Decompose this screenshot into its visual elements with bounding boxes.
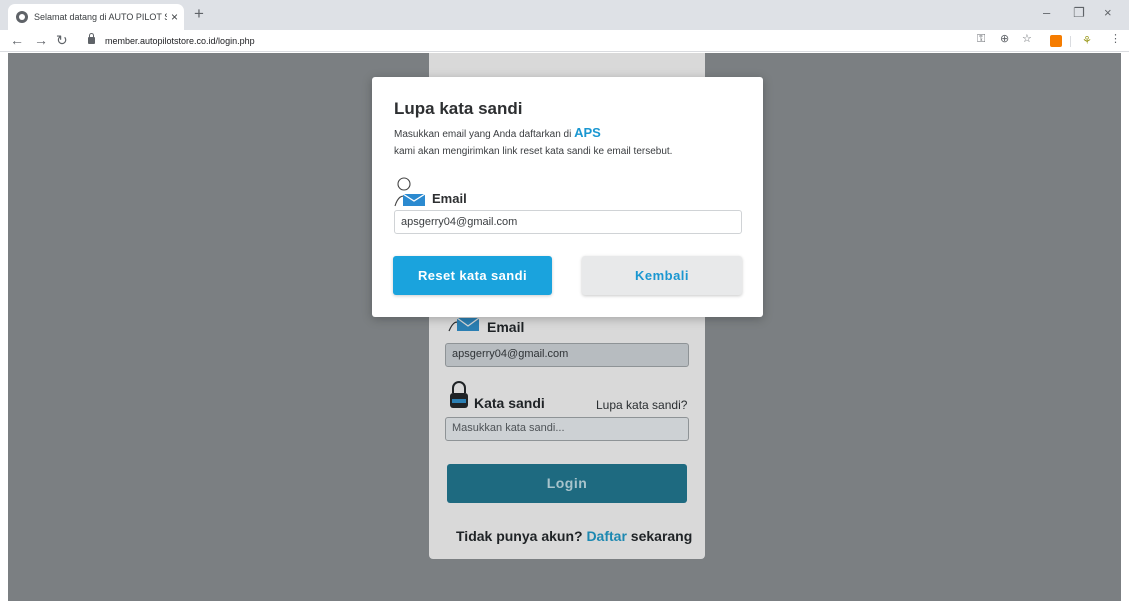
login-button[interactable]: Login [447,464,687,503]
extension-icon-2[interactable]: ⚘ [1082,34,1092,47]
signup-prompt: Tidak punya akun? Daftar sekarang [456,528,692,544]
bookmark-star-icon[interactable]: ☆ [1022,34,1032,45]
modal-description-text: Masukkan email yang Anda daftarkan di [394,129,572,140]
zoom-icon[interactable]: ⊕ [1000,34,1009,45]
signup-suffix: sekarang [630,528,693,544]
url-text: member.autopilotstore.co.id/login.php [105,35,255,46]
tab-close-button[interactable]: × [171,11,178,23]
forgot-password-link[interactable]: Lupa kata sandi? [596,398,687,412]
address-bar[interactable]: member.autopilotstore.co.id/login.php [88,32,958,49]
back-arrow-icon[interactable]: ← [10,33,24,47]
globe-icon [16,11,28,23]
login-email-input[interactable]: apsgerry04@gmail.com [445,343,689,367]
signup-prefix: Tidak punya akun? [456,528,583,544]
modal-email-input[interactable]: apsgerry04@gmail.com [394,210,742,234]
modal-description: Masukkan email yang Anda daftarkan di AP… [394,125,601,140]
minimize-button[interactable]: – [1043,6,1050,19]
restore-button[interactable]: ❐ [1073,6,1085,19]
modal-description-line2: kami akan mengirimkan link reset kata sa… [394,146,673,157]
browser-tab[interactable]: Selamat datang di AUTO PILOT S × [8,4,184,30]
tab-title: Selamat datang di AUTO PILOT S [34,12,167,22]
login-password-input[interactable]: Masukkan kata sandi... [445,417,689,441]
key-icon[interactable]: ⚿ [977,34,985,45]
extension-icon[interactable] [1050,35,1062,47]
back-button[interactable]: Kembali [582,256,742,295]
email-user-icon [394,177,426,207]
browser-tabstrip: Selamat datang di AUTO PILOT S × + – ❐ × [0,0,1129,30]
toolbar-divider [1070,36,1071,47]
browser-toolbar: ← → ↻ member.autopilotstore.co.id/login.… [0,30,1129,52]
menu-icon[interactable]: ⋮ [1110,34,1121,45]
padlock-icon [450,381,468,408]
reload-icon[interactable]: ↻ [56,33,68,47]
forgot-password-modal: Lupa kata sandi Masukkan email yang Anda… [372,77,763,317]
modal-email-label: Email [432,191,467,206]
login-email-label: Email [487,319,525,335]
new-tab-button[interactable]: + [194,5,204,22]
reset-password-button[interactable]: Reset kata sandi [393,256,552,295]
modal-title: Lupa kata sandi [394,99,523,118]
brand-name: APS [574,125,601,140]
login-password-label: Kata sandi [474,395,545,411]
close-window-button[interactable]: × [1104,6,1112,19]
forward-arrow-icon[interactable]: → [34,33,48,47]
lock-icon [88,33,95,44]
signup-link[interactable]: Daftar [586,528,626,544]
